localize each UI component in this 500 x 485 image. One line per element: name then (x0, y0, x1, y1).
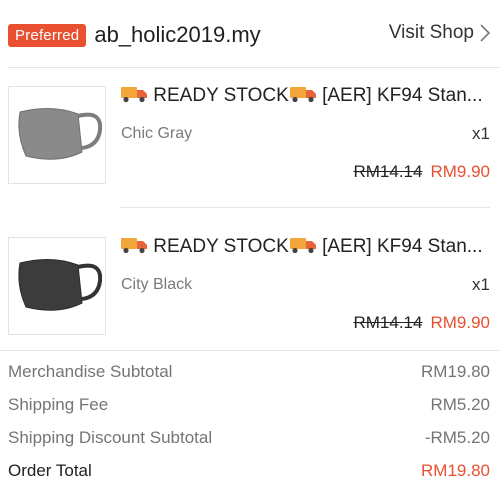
product-title-part-2: [AER] KF94 Stan... (316, 236, 483, 257)
order-total-row: Order Total RM19.80 (0, 454, 500, 485)
visit-shop-label: Visit Shop (388, 22, 474, 43)
shop-name[interactable]: ab_holic2019.my (94, 22, 260, 48)
divider (120, 207, 490, 208)
sale-price: RM9.90 (430, 313, 490, 332)
order-shop-card: Preferred ab_holic2019.my Visit Shop REA… (0, 0, 500, 485)
truck-icon (121, 87, 147, 103)
truck-icon (289, 87, 316, 103)
order-total-value: RM19.80 (421, 460, 490, 480)
summary-value: -RM5.20 (424, 427, 490, 447)
order-item[interactable]: READY STOCK [AER] KF94 Stan... Chic Gray… (0, 70, 500, 200)
visit-shop-button[interactable]: Visit Shop (389, 22, 490, 44)
shipping-discount-row: Shipping Discount Subtotal -RM5.20 (0, 421, 500, 454)
summary-value: RM5.20 (430, 394, 490, 414)
product-title-part-1: READY STOCK (148, 236, 289, 257)
summary-label: Merchandise Subtotal (8, 361, 173, 381)
product-thumbnail[interactable] (8, 237, 106, 335)
divider (0, 350, 500, 351)
truck-icon (289, 238, 316, 254)
merchandise-subtotal-row: Merchandise Subtotal RM19.80 (0, 355, 500, 388)
product-thumbnail[interactable] (8, 86, 106, 184)
order-item[interactable]: READY STOCK [AER] KF94 Stan... City Blac… (0, 221, 500, 351)
product-title[interactable]: READY STOCK [AER] KF94 Stan... (120, 235, 490, 258)
mask-icon (18, 259, 102, 311)
product-title[interactable]: READY STOCK [AER] KF94 Stan... (120, 84, 490, 107)
shop-header: Preferred ab_holic2019.my Visit Shop (0, 12, 500, 58)
chevron-right-icon (480, 24, 490, 42)
order-summary: Merchandise Subtotal RM19.80 Shipping Fe… (0, 355, 500, 485)
product-quantity: x1 (472, 124, 490, 143)
product-title-part-1: READY STOCK (148, 85, 289, 106)
summary-label: Shipping Fee (8, 394, 109, 414)
divider (8, 67, 500, 68)
price-line: RM14.14 RM9.90 (353, 313, 490, 333)
preferred-badge: Preferred (8, 23, 87, 47)
summary-label: Shipping Discount Subtotal (8, 427, 213, 447)
product-variant: City Black (121, 276, 193, 293)
mask-icon (18, 108, 102, 160)
truck-icon (121, 238, 147, 254)
product-quantity: x1 (472, 275, 490, 294)
product-title-part-2: [AER] KF94 Stan... (316, 85, 483, 106)
price-line: RM14.14 RM9.90 (353, 162, 490, 182)
product-variant: Chic Gray (121, 125, 193, 142)
sale-price: RM9.90 (430, 162, 490, 181)
shipping-fee-row: Shipping Fee RM5.20 (0, 388, 500, 421)
original-price: RM14.14 (353, 162, 423, 181)
order-total-label: Order Total (8, 460, 92, 480)
original-price: RM14.14 (353, 313, 423, 332)
summary-value: RM19.80 (421, 361, 490, 381)
